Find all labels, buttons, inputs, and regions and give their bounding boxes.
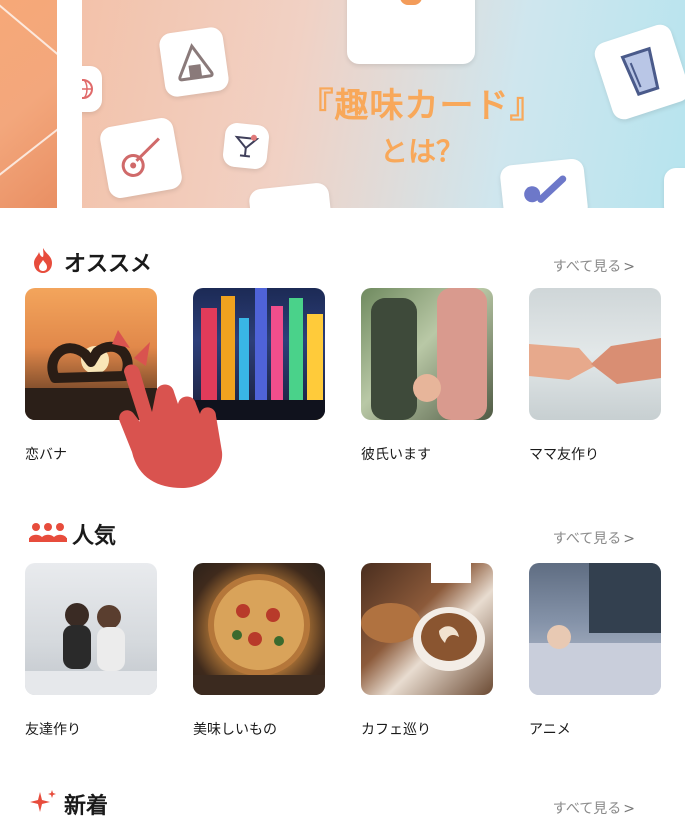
card-image — [25, 563, 157, 695]
banner-subtitle: とは？ — [379, 135, 464, 168]
people-group-icon — [29, 523, 67, 542]
hobby-card-banner[interactable]: 『趣味カード』 とは？ — [0, 0, 685, 208]
see-all-label: すべて見る — [552, 259, 622, 275]
sparkle-icon — [30, 790, 56, 812]
guitar-icon — [98, 116, 184, 200]
globe-icon — [82, 66, 102, 112]
hobby-card[interactable]: 彼氏います — [361, 288, 493, 464]
see-all-link[interactable]: すべて見る > — [553, 798, 635, 818]
see-all-label: すべて見る — [552, 531, 622, 547]
banner-slide[interactable]: 『趣味カード』 とは？ — [82, 0, 685, 208]
chevron-right-icon: > — [623, 259, 635, 275]
see-all-link[interactable]: すべて見る > — [553, 528, 635, 548]
see-all-link[interactable]: すべて見る > — [553, 256, 635, 276]
top-tab-tile — [347, 0, 475, 64]
banner-title: 『趣味カード』 — [299, 86, 545, 126]
beer-icon — [591, 21, 685, 123]
partial-tile-right — [664, 168, 685, 208]
tap-hand-icon — [112, 330, 223, 488]
hobby-card[interactable]: カフェ巡り — [361, 563, 493, 739]
previous-banner-slide[interactable] — [0, 0, 57, 208]
section-header-popular: 人気 すべて見る > — [0, 514, 685, 550]
card-label: 彼氏います — [361, 447, 431, 463]
card-image — [529, 563, 661, 695]
chevron-right-icon: > — [623, 801, 635, 817]
section-header-recommended: オススメ すべて見る > — [0, 242, 685, 278]
card-image — [529, 288, 661, 420]
hobby-card[interactable]: 友達作り — [25, 563, 157, 739]
card-image — [361, 563, 493, 695]
card-label: 美味しいもの — [193, 722, 277, 738]
section-title: 新着 — [64, 794, 109, 819]
card-label: 友達作り — [25, 722, 81, 738]
partial-tile — [248, 181, 332, 208]
card-label: ママ友作り — [529, 447, 599, 463]
card-label: アニメ — [529, 722, 571, 738]
card-image — [361, 288, 493, 420]
see-all-label: すべて見る — [552, 801, 622, 817]
onigiri-icon — [157, 25, 231, 99]
hobby-card[interactable]: 美味しいもの — [193, 563, 325, 739]
hobby-card[interactable]: ママ友作り — [529, 288, 661, 464]
flame-icon — [34, 248, 52, 273]
section-title: 人気 — [72, 524, 117, 549]
section-header-new: 新着 すべて見る > — [0, 784, 685, 820]
hobby-card[interactable]: アニメ — [529, 563, 661, 739]
section-title: オススメ — [64, 252, 153, 277]
chevron-right-icon: > — [623, 531, 635, 547]
cocktail-icon — [221, 121, 271, 171]
card-label: カフェ巡り — [361, 722, 431, 738]
card-image — [193, 563, 325, 695]
